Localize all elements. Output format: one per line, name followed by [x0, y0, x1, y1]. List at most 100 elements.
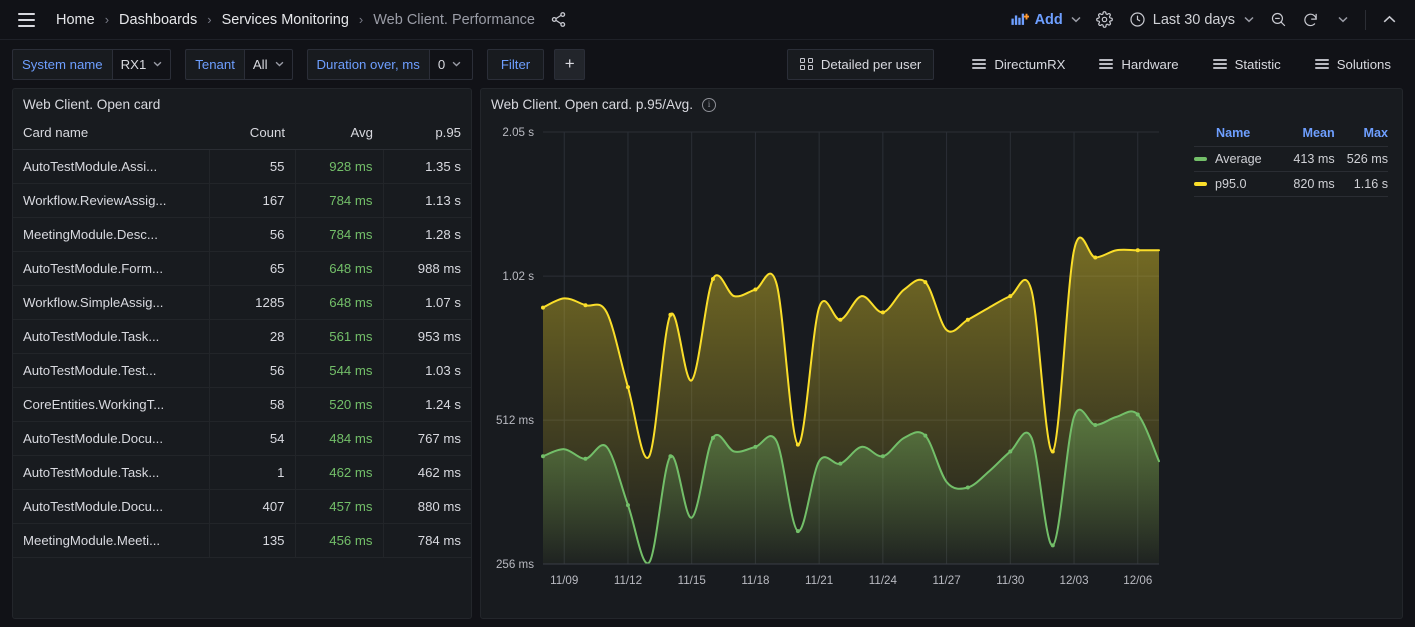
table-row[interactable]: AutoTestModule.Assi... 55 928 ms 1.35 s: [13, 149, 471, 184]
legend-row[interactable]: Average 413 ms 526 ms: [1194, 146, 1388, 172]
filter-button[interactable]: Filter: [486, 48, 545, 80]
legend-row[interactable]: p95.0 820 ms 1.16 s: [1194, 171, 1388, 197]
timeseries-plot[interactable]: 256 ms 512 ms 1.02 s 2.05 s 11/09 11/12 11/15 1…: [481, 118, 1184, 618]
info-icon[interactable]: i: [702, 97, 717, 112]
add-filter-button[interactable]: +: [554, 48, 586, 80]
table-row[interactable]: MeetingModule.Desc... 56 784 ms 1.28 s: [13, 217, 471, 252]
series-point[interactable]: [625, 503, 630, 508]
table-row[interactable]: Workflow.SimpleAssig... 1285 648 ms 1.07 s: [13, 285, 471, 320]
series-point[interactable]: [838, 317, 843, 322]
x-axis-tick-label: 12/03: [1060, 574, 1089, 587]
table-row[interactable]: AutoTestModule.Test... 56 544 ms 1.03 s: [13, 353, 471, 388]
hamburger-menu-icon[interactable]: [12, 6, 40, 34]
table-row[interactable]: AutoTestModule.Docu... 54 484 ms 767 ms: [13, 421, 471, 456]
breadcrumb-item-dashboards[interactable]: Dashboards: [117, 12, 199, 28]
table-cell: 462 ms: [295, 455, 384, 490]
refresh-interval-dropdown[interactable]: [1326, 4, 1358, 36]
variable-duration-over-select[interactable]: 0: [428, 48, 473, 80]
legend-column-max[interactable]: Max: [1334, 126, 1388, 147]
breadcrumb-item-services-monitoring[interactable]: Services Monitoring: [220, 12, 351, 28]
variable-system-name-select[interactable]: RX1: [111, 48, 172, 80]
table-row[interactable]: MeetingModule.Meeti... 135 456 ms 784 ms: [13, 523, 471, 558]
dashboard-settings-button[interactable]: [1089, 4, 1121, 36]
series-point[interactable]: [1093, 255, 1098, 260]
breadcrumb-item-web-client-performance: Web Client. Performance: [373, 11, 535, 28]
link-statistic[interactable]: Statistic: [1201, 50, 1293, 79]
legend-series-name: Average: [1194, 146, 1282, 172]
breadcrumb: Home › Dashboards › Services Monitoring …: [54, 12, 537, 28]
table-row[interactable]: AutoTestModule.Form... 65 648 ms 988 ms: [13, 251, 471, 286]
y-axis-tick-label: 512 ms: [496, 414, 534, 427]
legend-series-label: Average: [1215, 152, 1262, 166]
link-directumrx[interactable]: DirectumRX: [960, 50, 1077, 79]
chart-body: 256 ms 512 ms 1.02 s 2.05 s 11/09 11/12 11/15 1…: [481, 118, 1402, 618]
series-point[interactable]: [965, 485, 970, 490]
legend-column-name[interactable]: Name: [1194, 126, 1282, 147]
series-point[interactable]: [1008, 294, 1013, 299]
table-cell: 988 ms: [383, 251, 471, 286]
series-point[interactable]: [1093, 422, 1098, 427]
series-point[interactable]: [753, 287, 758, 292]
x-axis-tick-label: 11/18: [741, 574, 769, 587]
refresh-button[interactable]: [1294, 4, 1326, 36]
series-point[interactable]: [923, 280, 928, 285]
legend-color-swatch: [1194, 157, 1207, 161]
series-point[interactable]: [710, 435, 715, 440]
table-cell: 648 ms: [295, 285, 384, 320]
series-point[interactable]: [541, 305, 545, 310]
x-axis-tick-label: 11/12: [614, 574, 642, 587]
table-row[interactable]: CoreEntities.WorkingT... 58 520 ms 1.24 s: [13, 387, 471, 422]
x-axis-tick-label: 11/30: [996, 574, 1024, 587]
column-header-count[interactable]: Count: [209, 118, 295, 150]
dashboard-content: Web Client. Open card Card name Count Av…: [0, 88, 1415, 627]
link-solutions[interactable]: Solutions: [1303, 50, 1403, 79]
table-cell: 767 ms: [383, 421, 471, 456]
series-point[interactable]: [795, 529, 800, 534]
series-point[interactable]: [838, 461, 843, 466]
series-point[interactable]: [583, 456, 588, 461]
column-header-p95[interactable]: p.95: [383, 118, 471, 150]
series-point[interactable]: [795, 442, 800, 447]
series-point[interactable]: [668, 312, 673, 317]
table-row[interactable]: AutoTestModule.Task... 1 462 ms 462 ms: [13, 455, 471, 490]
series-point[interactable]: [1008, 449, 1013, 454]
series-point[interactable]: [1050, 449, 1055, 454]
share-icon[interactable]: [550, 11, 568, 29]
column-header-avg[interactable]: Avg: [295, 118, 383, 150]
table-cell: MeetingModule.Meeti...: [13, 523, 210, 558]
zoom-out-time-button[interactable]: [1262, 4, 1294, 36]
series-point[interactable]: [710, 276, 715, 281]
series-point[interactable]: [753, 444, 758, 449]
y-axis-tick-label: 256 ms: [496, 558, 534, 571]
series-point[interactable]: [965, 317, 970, 322]
series-point[interactable]: [880, 454, 885, 459]
gear-icon: [1096, 11, 1114, 28]
link-detailed-per-user[interactable]: Detailed per user: [787, 48, 935, 80]
breadcrumb-item-home[interactable]: Home: [54, 12, 97, 28]
column-header-card-name[interactable]: Card name: [13, 118, 209, 150]
series-point[interactable]: [1135, 248, 1140, 253]
series-point[interactable]: [668, 454, 673, 459]
series-point[interactable]: [923, 433, 928, 438]
table-cell: Workflow.ReviewAssig...: [13, 183, 210, 218]
add-button[interactable]: Add: [1003, 7, 1089, 33]
series-point[interactable]: [541, 454, 545, 459]
time-range-picker[interactable]: Last 30 days: [1121, 6, 1262, 33]
link-hardware[interactable]: Hardware: [1087, 50, 1190, 79]
collapse-toolbar-button[interactable]: [1373, 4, 1405, 36]
table-row[interactable]: AutoTestModule.Docu... 407 457 ms 880 ms: [13, 489, 471, 524]
x-axis-tick-label: 11/21: [805, 574, 833, 587]
table-cell: 1285: [209, 285, 296, 320]
x-axis-tick-label: 11/15: [678, 574, 706, 587]
series-point[interactable]: [1050, 543, 1055, 548]
legend-column-mean[interactable]: Mean: [1281, 126, 1335, 147]
series-point[interactable]: [880, 310, 885, 315]
table-cell: AutoTestModule.Task...: [13, 319, 210, 354]
table-row[interactable]: AutoTestModule.Task... 28 561 ms 953 ms: [13, 319, 471, 354]
series-point[interactable]: [1135, 412, 1140, 417]
series-point[interactable]: [625, 385, 630, 390]
series-point[interactable]: [583, 303, 588, 308]
table-row[interactable]: Workflow.ReviewAssig... 167 784 ms 1.13 s: [13, 183, 471, 218]
variable-tenant-select[interactable]: All: [243, 48, 293, 80]
chevron-down-icon: [1071, 16, 1081, 23]
